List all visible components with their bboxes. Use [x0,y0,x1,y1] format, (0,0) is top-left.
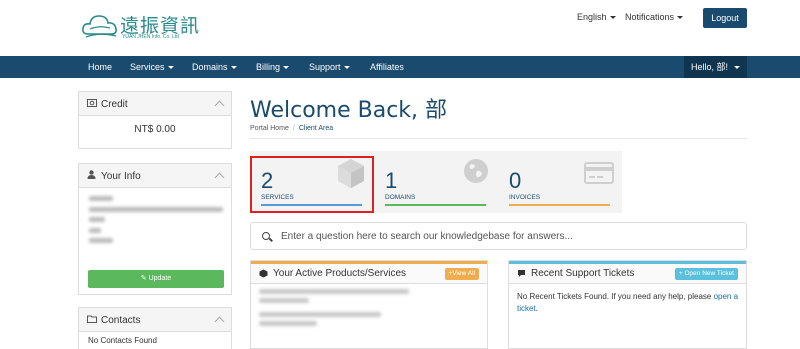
nav-services[interactable]: Services [130,56,174,78]
invoices-count: 0 [509,168,522,193]
your-info-title: Your Info [101,171,141,182]
user-menu[interactable]: Hello, 部! [684,56,747,78]
redacted-text [89,207,223,212]
nav-support[interactable]: Support [309,56,350,78]
support-tickets-box: Recent Support Tickets + Open New Ticket… [508,260,747,349]
nav-billing[interactable]: Billing [256,56,290,78]
domains-bar [385,204,486,206]
knowledgebase-search[interactable]: Enter a question here to search our know… [250,222,747,250]
credit-card-icon [584,162,614,184]
tickets-empty: No Recent Tickets Found. If you need any… [517,291,742,315]
nav-billing-label: Billing [256,62,281,72]
header: 遠振資訊 YUAN JHEN Info. Co. Ltd English Not… [0,0,800,55]
language-label: English [577,12,607,22]
open-ticket-label: Open New Ticket [684,270,735,277]
nav-domains-label: Domains [192,62,228,72]
tickets-empty-text: No Recent Tickets Found. If you need any… [517,292,712,301]
highlight-box [250,156,374,213]
domains-label: DOMAINS [385,194,416,201]
your-info-header[interactable]: Your Info [79,164,231,188]
tile-domains[interactable]: 1 DOMAINS [374,151,498,213]
logout-button[interactable]: Logout [703,8,747,28]
credit-panel: Credit NT$ 0.00 [78,91,232,149]
main-navbar: Home Services Domains Billing Support Af… [0,56,800,78]
user-icon [87,164,97,188]
nav-domains[interactable]: Domains [192,56,237,78]
breadcrumb: Portal Home / Client Area [250,125,333,132]
tile-invoices[interactable]: 0 INVOICES [498,151,622,213]
caret-down-icon [230,66,237,70]
nav-affiliates[interactable]: Affiliates [370,56,404,78]
redacted-product[interactable] [259,289,409,294]
credit-panel-header[interactable]: Credit [79,92,231,116]
nav-services-label: Services [130,62,165,72]
language-menu[interactable]: English [577,12,616,22]
page-title: Welcome Back, 部 [250,98,448,123]
update-label: Update [148,275,172,282]
caret-down-icon [734,66,741,70]
redacted-text [89,228,101,233]
redacted-text [89,196,113,201]
invoices-bar [509,204,610,206]
caret-down-icon [677,16,684,20]
active-products-box: Your Active Products/Services +View All [250,260,488,349]
redacted-text [89,217,105,222]
contacts-empty: No Contacts Found [88,336,157,345]
divider [250,138,747,139]
comments-icon [517,269,527,280]
products-header: Your Active Products/Services +View All [251,264,487,284]
contacts-title: Contacts [101,315,141,326]
notifications-label: Notifications [625,12,675,22]
nav-support-label: Support [309,62,341,72]
collapse-icon[interactable] [214,172,225,183]
redacted-text [89,238,113,243]
update-button[interactable]: ✎ Update [88,270,224,288]
collapse-icon[interactable] [214,100,225,111]
domains-count: 1 [385,168,398,193]
your-info-details [79,188,231,268]
view-all-button[interactable]: +View All [444,268,479,280]
your-info-panel: Your Info ✎ Update [78,163,232,295]
globe-icon [464,159,488,183]
collapse-icon[interactable] [214,316,225,327]
redacted-product[interactable] [259,312,381,317]
contacts-header[interactable]: Contacts [79,308,231,332]
view-all-label: View All [452,270,475,277]
cloud-logo-icon [82,15,117,38]
caret-down-icon [609,16,616,20]
breadcrumb-home[interactable]: Portal Home [250,125,289,132]
logo-subtitle: YUAN JHEN Info. Co. Ltd [122,34,179,40]
logo[interactable]: 遠振資訊 YUAN JHEN Info. Co. Ltd [82,10,202,42]
tickets-suffix: . [535,304,538,313]
notifications-menu[interactable]: Notifications [625,12,684,22]
search-input[interactable]: Enter a question here to search our know… [281,231,573,242]
credit-value: NT$ 0.00 [134,124,176,135]
contacts-panel: Contacts No Contacts Found [78,307,232,349]
invoices-label: INVOICES [509,194,541,201]
user-greeting: Hello, 部! [691,62,729,72]
folder-icon [87,308,97,332]
cube-icon [259,269,268,280]
redacted-product [259,298,309,303]
open-new-ticket-button[interactable]: + Open New Ticket [674,268,738,280]
search-icon [262,232,270,240]
credit-title: Credit [101,99,128,110]
caret-down-icon [343,66,350,70]
tickets-header: Recent Support Tickets + Open New Ticket [509,264,746,284]
redacted-product [259,321,317,326]
breadcrumb-current: Client Area [298,125,334,132]
breadcrumb-separator: / [292,125,295,132]
money-icon [87,92,97,116]
caret-down-icon [167,66,174,70]
tickets-title: Recent Support Tickets [531,268,635,279]
products-title: Your Active Products/Services [273,268,407,279]
pencil-icon: ✎ [140,275,149,282]
caret-down-icon [283,66,290,70]
nav-home[interactable]: Home [88,56,112,78]
